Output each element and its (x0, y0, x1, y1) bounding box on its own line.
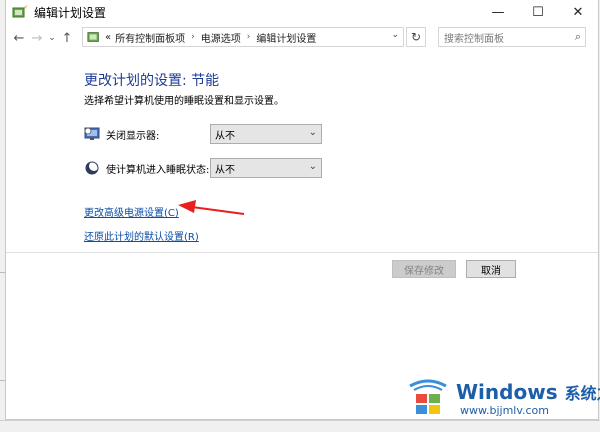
control-panel-icon (87, 32, 99, 42)
chevron-down-icon: ⌄ (308, 127, 317, 138)
address-dropdown-icon[interactable]: ⌄ (391, 30, 399, 40)
up-button[interactable]: ↑ (58, 27, 76, 49)
edit-plan-settings-window: 编辑计划设置 — ☐ ✕ ← → ⌄ ↑ « 所有控制面板项 › 电源选项 › … (5, 0, 599, 420)
moon-icon (85, 161, 99, 175)
power-options-icon (12, 5, 27, 18)
chevron-down-icon: ⌄ (308, 161, 317, 172)
save-changes-button[interactable]: 保存修改 (392, 260, 456, 278)
watermark-text: Windows 系统之家 www.bjjmlv.com (456, 380, 600, 417)
watermark-brand-cn: 系统之家 (564, 383, 600, 403)
restore-defaults-link[interactable]: 还原此计划的默认设置(R) (84, 228, 199, 243)
minimize-button[interactable]: — (478, 0, 518, 24)
search-input[interactable]: 搜索控制面板 (444, 30, 575, 45)
turn-off-display-select[interactable]: 从不 ⌄ (210, 124, 322, 144)
back-button[interactable]: ← (10, 27, 28, 49)
turn-off-display-label: 关闭显示器: (106, 130, 160, 142)
edge-mark (0, 272, 5, 273)
sleep-label: 使计算机进入睡眠状态: (106, 164, 210, 176)
advanced-power-settings-link[interactable]: 更改高级电源设置(C) (84, 204, 179, 219)
recent-locations-button[interactable]: ⌄ (46, 27, 58, 49)
title-bar[interactable]: 编辑计划设置 — ☐ ✕ (6, 0, 598, 24)
search-icon[interactable]: ⌕ (575, 30, 581, 44)
divider (6, 252, 598, 253)
search-box[interactable]: 搜索控制面板 ⌕ (438, 27, 586, 47)
windows-logo-icon (409, 379, 447, 414)
turn-off-display-value: 从不 (215, 130, 235, 142)
watermark-url: www.bjjmlv.com (460, 403, 549, 417)
close-button[interactable]: ✕ (558, 0, 598, 24)
page-title: 更改计划的设置: 节能 (84, 73, 220, 89)
breadcrumb: « 所有控制面板项 › 电源选项 › 编辑计划设置 (105, 30, 316, 45)
breadcrumb-item-power-options[interactable]: 电源选项 (201, 30, 241, 45)
address-bar[interactable]: « 所有控制面板项 › 电源选项 › 编辑计划设置 ⌄ (82, 27, 404, 47)
turn-off-display-row: 关闭显示器: 从不 ⌄ (84, 124, 322, 144)
page-subtitle: 选择希望计算机使用的睡眠设置和显示设置。 (84, 96, 284, 107)
taskbar (0, 420, 600, 432)
watermark-brand: Windows 系统之家 (456, 380, 600, 404)
sleep-row: 使计算机进入睡眠状态: 从不 ⌄ (84, 158, 322, 178)
breadcrumb-separator: › (246, 32, 251, 42)
navigation-bar: ← → ⌄ ↑ « 所有控制面板项 › 电源选项 › 编辑计划设置 ⌄ ↻ 搜索… (6, 24, 598, 52)
sleep-select[interactable]: 从不 ⌄ (210, 158, 322, 178)
refresh-button[interactable]: ↻ (406, 27, 426, 47)
edge-mark (0, 380, 5, 381)
watermark-brand-en: Windows (456, 379, 558, 404)
breadcrumb-item-edit-plan[interactable]: 编辑计划设置 (256, 30, 316, 45)
breadcrumb-separator: › (191, 32, 195, 42)
window-title: 编辑计划设置 (34, 5, 107, 20)
maximize-button[interactable]: ☐ (518, 0, 558, 24)
breadcrumb-overflow[interactable]: « (105, 32, 111, 43)
sleep-value: 从不 (215, 164, 235, 176)
forward-button[interactable]: → (28, 27, 46, 49)
watermark: Windows 系统之家 www.bjjmlv.com (408, 378, 600, 418)
monitor-icon (84, 127, 100, 140)
window-controls: — ☐ ✕ (478, 0, 598, 24)
cancel-button[interactable]: 取消 (466, 260, 516, 278)
breadcrumb-item-all-control-panel[interactable]: 所有控制面板项 (115, 30, 185, 45)
